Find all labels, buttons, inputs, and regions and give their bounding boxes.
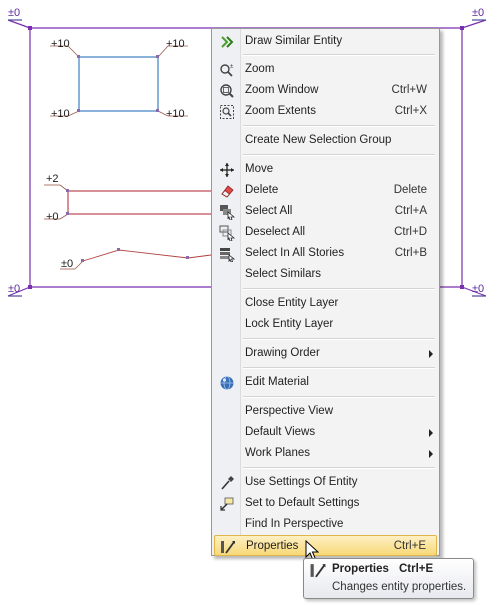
menu-item-label: Edit Material: [245, 376, 309, 388]
menu-item-label: Select All: [245, 205, 293, 217]
eyedropper-icon: [218, 474, 236, 491]
rect-level-label: +10: [166, 108, 185, 120]
zoom-window-icon: [218, 82, 236, 99]
menu-item-deselect-all[interactable]: Deselect All Ctrl+D: [214, 222, 437, 243]
menu-item-label: Delete: [245, 184, 279, 196]
menu-separator: [243, 54, 435, 56]
menu-separator: [243, 154, 435, 156]
menu-separator: [243, 288, 435, 290]
menu-item-label: Select In All Stories: [245, 247, 345, 259]
tooltip-description: Changes entity properties.: [332, 581, 467, 593]
menu-item-label: Properties: [246, 540, 299, 552]
menu-item-label: Work Planes: [245, 447, 310, 459]
menu-separator: [243, 338, 435, 340]
menu-item-zoom[interactable]: ± Zoom: [214, 59, 437, 80]
menu-item-lock-entity-layer[interactable]: Lock Entity Layer: [214, 314, 437, 335]
menu-item-shortcut: Ctrl+W: [391, 84, 427, 96]
default-settings-icon: [218, 495, 236, 512]
properties-icon: [309, 562, 327, 579]
menu-item-select-in-all-stories[interactable]: Select In All Stories Ctrl+B: [214, 243, 437, 264]
menu-item-label: Zoom: [245, 63, 275, 75]
menu-item-shortcut: Ctrl+B: [394, 247, 427, 259]
menu-item-edit-material[interactable]: Edit Material: [214, 372, 437, 393]
frame-level-label: ±0: [8, 283, 21, 295]
menu-item-zoom-extents[interactable]: Zoom Extents Ctrl+X: [214, 101, 437, 122]
menu-item-close-entity-layer[interactable]: Close Entity Layer: [214, 293, 437, 314]
submenu-arrow-icon: [429, 429, 433, 437]
menu-item-label: Default Views: [245, 426, 316, 438]
menu-separator: [243, 125, 435, 127]
menu-item-label: Zoom Window: [245, 84, 319, 96]
menu-separator: [243, 467, 435, 469]
beam-level-label: +2: [46, 173, 59, 185]
menu-item-select-all[interactable]: Select All Ctrl+A: [214, 201, 437, 222]
menu-item-properties[interactable]: Properties Ctrl+E: [214, 535, 437, 556]
menu-item-label: Use Settings Of Entity: [245, 476, 358, 488]
draw-similar-icon: [218, 33, 236, 50]
red-beam-entity[interactable]: [44, 184, 211, 220]
menu-item-create-selection-group[interactable]: Create New Selection Group: [214, 130, 437, 151]
menu-item-shortcut: Delete: [393, 184, 427, 196]
move-icon: [218, 161, 236, 178]
menu-item-label: Lock Entity Layer: [245, 318, 334, 330]
menu-item-set-default-settings[interactable]: Set to Default Settings: [214, 493, 437, 514]
tooltip-shortcut: Ctrl+E: [399, 563, 434, 575]
menu-separator: [243, 367, 435, 369]
menu-item-label: Find In Perspective: [245, 518, 344, 530]
menu-item-label: Zoom Extents: [245, 105, 316, 117]
menu-item-find-in-perspective[interactable]: Find In Perspective: [214, 514, 437, 535]
rect-level-label: +10: [166, 38, 185, 50]
frame-level-label: ±0: [472, 7, 485, 19]
polyline-entity[interactable]: [60, 248, 212, 270]
menu-item-shortcut: Ctrl+E: [393, 540, 426, 552]
properties-tooltip: Properties Ctrl+E Changes entity propert…: [303, 558, 474, 599]
beam-level-label: +0: [46, 211, 59, 223]
menu-item-label: Create New Selection Group: [245, 134, 392, 146]
properties-icon: [219, 538, 237, 555]
menu-item-label: Drawing Order: [245, 347, 320, 359]
menu-item-use-settings-of-entity[interactable]: Use Settings Of Entity: [214, 472, 437, 493]
menu-item-shortcut: Ctrl+D: [394, 226, 427, 238]
zoom-extents-icon: [218, 103, 236, 120]
menu-item-label: Draw Similar Entity: [245, 35, 343, 47]
menu-item-label: Deselect All: [245, 226, 306, 238]
menu-item-move[interactable]: Move: [214, 159, 437, 180]
rect-level-label: +10: [51, 108, 70, 120]
menu-item-draw-similar-entity[interactable]: Draw Similar Entity: [214, 31, 437, 52]
menu-item-shortcut: Ctrl+X: [394, 105, 427, 117]
context-menu: Draw Similar Entity ± Zoom Zoom Window C…: [211, 28, 440, 556]
material-globe-icon: [218, 374, 236, 391]
submenu-arrow-icon: [429, 450, 433, 458]
menu-item-zoom-window[interactable]: Zoom Window Ctrl+W: [214, 80, 437, 101]
polyline-level-label: ±0: [61, 258, 74, 270]
submenu-arrow-icon: [429, 350, 433, 358]
menu-item-label: Select Similars: [245, 268, 322, 280]
menu-item-label: Move: [245, 163, 274, 175]
blue-rectangle-entity[interactable]: [50, 45, 188, 117]
menu-item-label: Perspective View: [245, 405, 333, 417]
eraser-icon: [218, 182, 236, 199]
menu-separator: [243, 396, 435, 398]
rect-level-label: +10: [51, 38, 70, 50]
menu-item-perspective-view[interactable]: Perspective View: [214, 401, 437, 422]
select-all-icon: [218, 203, 236, 220]
menu-item-drawing-order[interactable]: Drawing Order: [214, 343, 437, 364]
select-stories-icon: [218, 245, 236, 262]
frame-level-label: ±0: [8, 7, 21, 19]
menu-item-label: Set to Default Settings: [245, 497, 360, 509]
frame-level-label: ±0: [472, 283, 485, 295]
menu-item-label: Close Entity Layer: [245, 297, 339, 309]
zoom-icon: ±: [218, 61, 236, 78]
tooltip-title: Properties: [332, 563, 389, 575]
menu-item-work-planes[interactable]: Work Planes: [214, 443, 437, 464]
menu-item-delete[interactable]: Delete Delete: [214, 180, 437, 201]
deselect-all-icon: [218, 224, 236, 241]
menu-item-select-similars[interactable]: Select Similars: [214, 264, 437, 285]
menu-item-default-views[interactable]: Default Views: [214, 422, 437, 443]
svg-text:±: ±: [230, 64, 234, 70]
menu-item-shortcut: Ctrl+A: [394, 205, 427, 217]
